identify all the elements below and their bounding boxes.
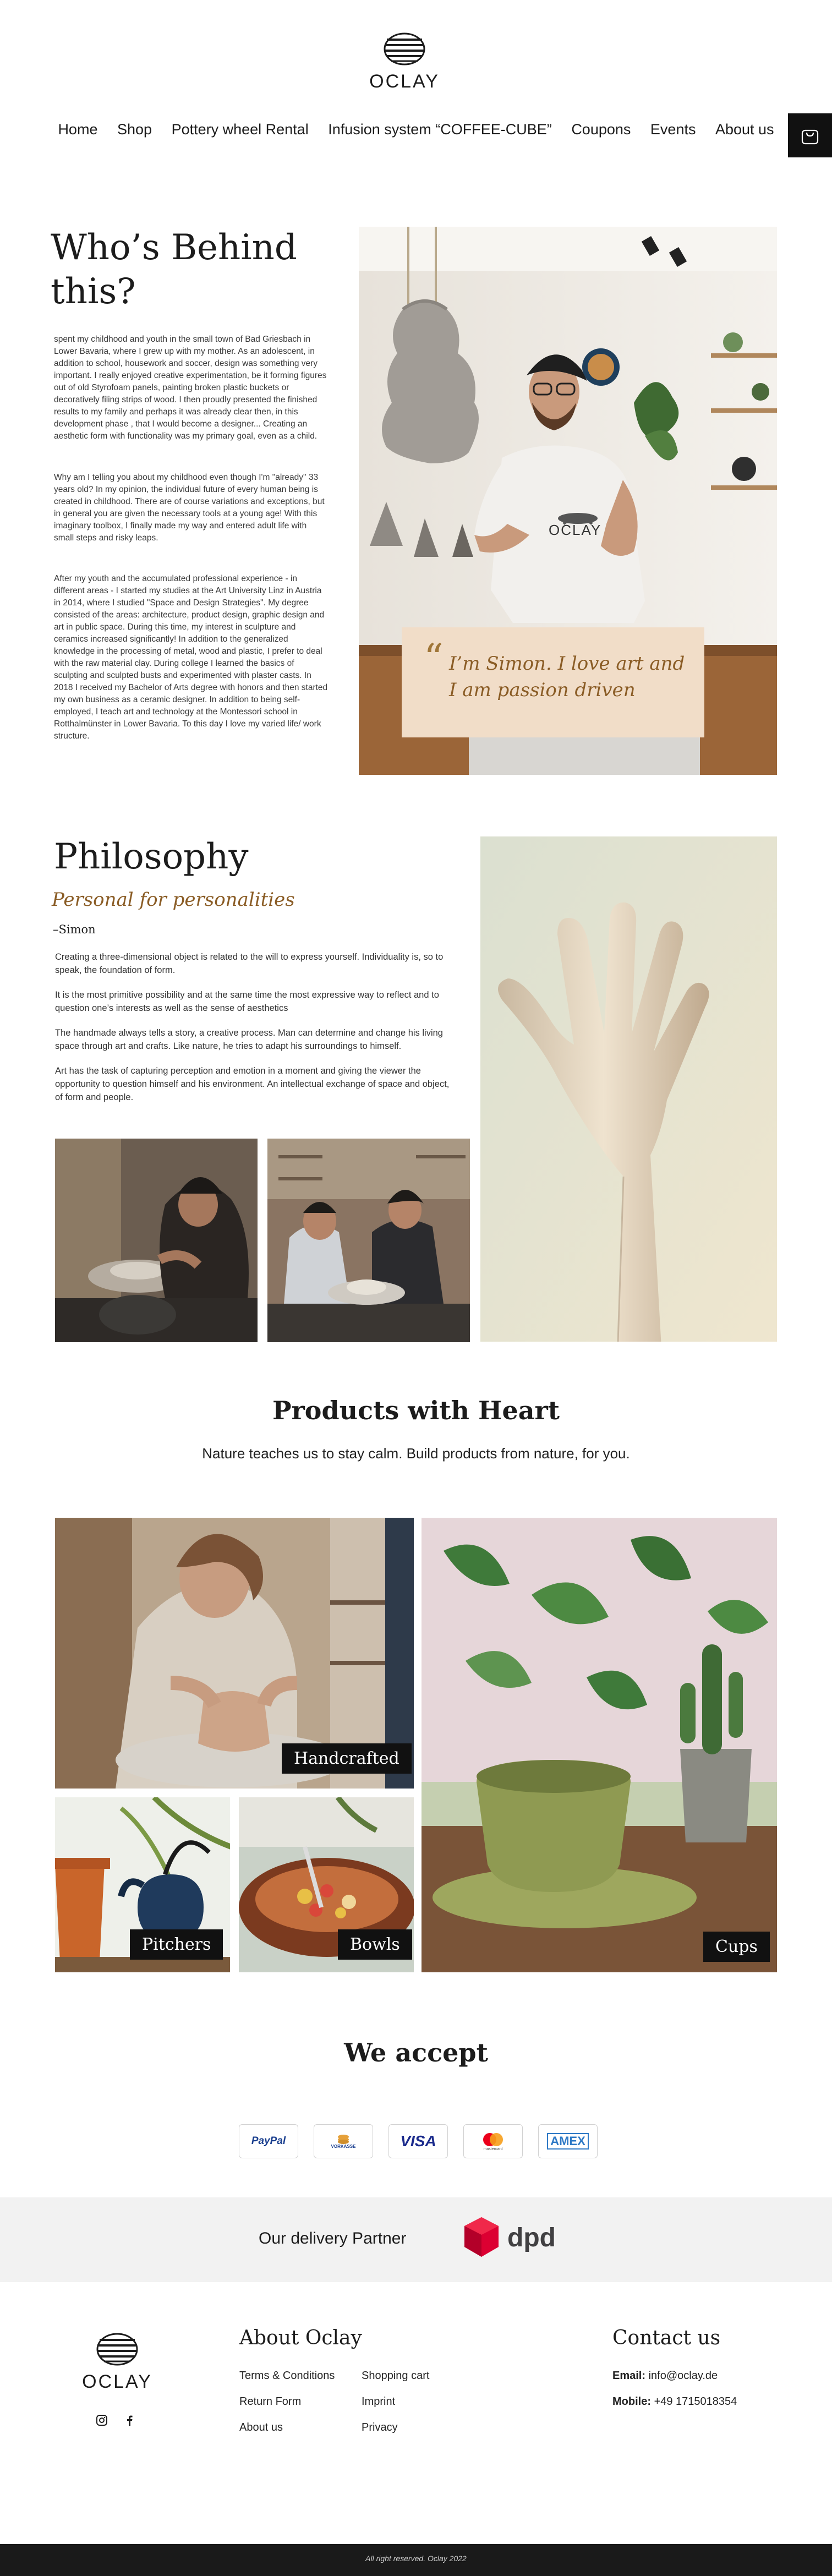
visa-icon: VISA — [388, 2124, 448, 2158]
main-nav: Home Shop Pottery wheel Rental Infusion … — [0, 121, 832, 138]
delivery-partner-band: Our delivery Partner dpd — [0, 2197, 832, 2282]
footer-link-about-us[interactable]: About us — [239, 2421, 283, 2434]
footer-logo[interactable]: OCLAY — [81, 2332, 153, 2393]
philosophy-paragraph-4: Art has the task of capturing perception… — [55, 1066, 450, 1102]
cups-photo — [422, 1518, 777, 1972]
svg-text:OCLAY: OCLAY — [549, 522, 601, 538]
quote-mark-icon: “ — [424, 636, 444, 681]
nav-item-home[interactable]: Home — [58, 121, 97, 138]
nav-item-infusion-system[interactable]: Infusion system “COFFEE-CUBE” — [328, 121, 552, 138]
philosophy-paragraph-1: Creating a three-dimensional object is r… — [55, 952, 444, 975]
tile-label-bowls: Bowls — [338, 1929, 412, 1960]
quote-box: “ I’m Simon. I love art and I am passion… — [402, 627, 704, 737]
pottery-wheel-photo-2 — [267, 1139, 470, 1342]
coins-icon — [338, 2134, 349, 2144]
philosophy-signature: –Simon — [53, 923, 96, 936]
contact-email-value[interactable]: info@oclay.de — [649, 2370, 718, 2382]
contact-email-label: Email: — [612, 2370, 646, 2382]
mastercard-circles-icon — [483, 2132, 503, 2146]
vorkasse-text: VORKASSE — [331, 2143, 356, 2149]
dpd-cube-icon — [464, 2217, 499, 2257]
contact-mobile-label: Mobile: — [612, 2395, 651, 2408]
nav-item-about-us[interactable]: About us — [715, 121, 774, 138]
clay-hand-sculpture-photo — [480, 836, 777, 1342]
paypal-text: PayPal — [251, 2135, 286, 2147]
philosophy-paragraph-3: The handmade always tells a story, a cre… — [55, 1028, 443, 1051]
cart-button[interactable] — [788, 113, 832, 157]
amex-text: AMEX — [547, 2133, 589, 2150]
footer-link-terms[interactable]: Terms & Conditions — [239, 2370, 335, 2382]
mastercard-text: mastercard — [483, 2147, 503, 2151]
site-header: OCLAY Home Shop Pottery wheel Rental Inf… — [0, 0, 832, 165]
paypal-icon: PayPal — [239, 2124, 298, 2158]
contact-mobile: Mobile: +49 1715018354 — [612, 2395, 737, 2408]
mastercard-icon: mastercard — [463, 2124, 523, 2158]
instagram-icon[interactable] — [96, 2414, 108, 2426]
product-tile-pitchers[interactable]: Pitchers — [55, 1797, 230, 1972]
quote-text: I’m Simon. I love art and I am passion d… — [449, 653, 685, 701]
shopping-bag-icon — [801, 129, 819, 145]
contact-email: Email: info@oclay.de — [612, 2370, 718, 2382]
tile-label-pitchers: Pitchers — [130, 1929, 223, 1960]
about-paragraph-2: Why am I telling you about my childhood … — [54, 473, 325, 543]
copyright-text: All right reserved. Oclay 2022 — [365, 2554, 467, 2563]
footer-contact-title: Contact us — [612, 2327, 721, 2349]
dpd-logo: dpd — [462, 2215, 561, 2263]
about-paragraph-3: After my youth and the accumulated profe… — [54, 574, 328, 741]
footer-link-imprint[interactable]: Imprint — [362, 2395, 395, 2408]
philosophy-paragraph-2: It is the most primitive possibility and… — [55, 990, 439, 1013]
payments-title: We accept — [344, 2038, 488, 2068]
footer-link-shopping-cart[interactable]: Shopping cart — [362, 2370, 429, 2382]
contact-mobile-value[interactable]: +49 1715018354 — [654, 2395, 737, 2408]
social-links — [96, 2413, 140, 2430]
nav-item-coupons[interactable]: Coupons — [571, 121, 631, 138]
about-paragraph-1: spent my childhood and youth in the smal… — [54, 335, 327, 441]
product-tile-cups[interactable]: Cups — [422, 1518, 777, 1972]
potter-portrait-photo: OCLAY “ I’m Simon. I love art and I am p… — [359, 227, 777, 775]
brand-name: OCLAY — [369, 71, 440, 92]
products-subtitle: Nature teaches us to stay calm. Build pr… — [202, 1445, 630, 1462]
facebook-icon[interactable] — [123, 2414, 135, 2426]
about-title: Who’s Behind this? — [51, 227, 297, 312]
product-tile-handcrafted[interactable]: Handcrafted — [55, 1518, 414, 1789]
nav-item-pottery-wheel-rental[interactable]: Pottery wheel Rental — [172, 121, 309, 138]
logo-mark-icon — [96, 2333, 138, 2366]
nav-item-events[interactable]: Events — [650, 121, 696, 138]
pottery-wheel-photo-1 — [55, 1139, 258, 1342]
tile-label-handcrafted: Handcrafted — [282, 1743, 412, 1774]
vorkasse-icon: VORKASSE — [314, 2124, 373, 2158]
footer-link-return-form[interactable]: Return Form — [239, 2395, 301, 2408]
dpd-text: dpd — [507, 2223, 556, 2252]
brand-logo[interactable]: OCLAY — [369, 32, 440, 92]
product-tile-bowls[interactable]: Bowls — [239, 1797, 414, 1972]
footer-about-title: About Oclay — [239, 2327, 362, 2349]
payment-methods: PayPal VORKASSE VISA mastercard AMEX — [239, 2124, 602, 2159]
nav-item-shop[interactable]: Shop — [117, 121, 152, 138]
delivery-partner-label: Our delivery Partner — [259, 2229, 407, 2247]
tile-label-cups: Cups — [703, 1932, 770, 1962]
philosophy-subtitle: Personal for personalities — [52, 889, 295, 911]
philosophy-title: Philosophy — [54, 836, 249, 877]
footer-link-privacy[interactable]: Privacy — [362, 2421, 398, 2434]
visa-text: VISA — [400, 2132, 436, 2150]
products-title: Products with Heart — [272, 1396, 560, 1425]
copyright-bar: All right reserved. Oclay 2022 — [0, 2544, 832, 2576]
logo-mark-icon — [384, 32, 425, 65]
amex-icon: AMEX — [538, 2124, 598, 2158]
footer-brand-name: OCLAY — [82, 2371, 152, 2392]
